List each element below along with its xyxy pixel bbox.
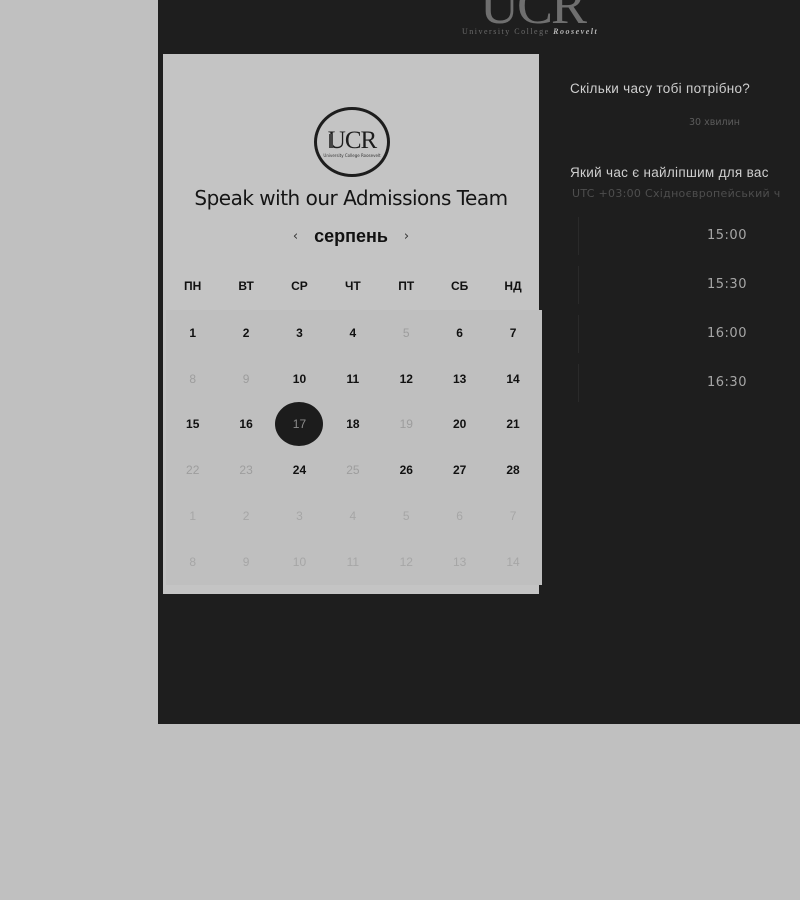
calendar-day[interactable]: 14: [486, 357, 539, 401]
selected-day[interactable]: 17: [273, 402, 326, 447]
calendar-day: 2: [242, 509, 250, 524]
calendar-day[interactable]: 27: [433, 448, 486, 492]
calendar-day: 23: [239, 463, 253, 478]
calendar-day: 12: [399, 554, 413, 569]
time-question: Який час є найліпшим для вас: [570, 165, 769, 180]
chevron-right-icon[interactable]: ›: [400, 227, 413, 246]
calendar-day[interactable]: 4: [326, 311, 379, 355]
badge-subtext: University College Roosevelt: [323, 153, 381, 158]
calendar-day: 14: [506, 554, 520, 569]
calendar-day: 19: [399, 417, 413, 432]
calendar-day[interactable]: 1: [166, 311, 219, 355]
calendar-week-row: 8 9 10 11 12 13 14: [166, 356, 542, 402]
weekday-label: НД: [504, 279, 522, 293]
calendar-day: 10: [292, 554, 307, 569]
calendar-day: 4: [349, 509, 357, 524]
month-navigator: ‹ серпень ›: [163, 226, 539, 247]
time-slot-button[interactable]: 15:00: [578, 217, 800, 255]
calendar-day[interactable]: 11: [326, 357, 379, 401]
calendar-day[interactable]: 20: [433, 402, 486, 446]
weekday-header: ПН ВТ СР ЧТ ПТ СБ НД: [166, 266, 542, 306]
calendar-day: 8: [189, 371, 197, 386]
calendar-day: 11: [346, 554, 360, 569]
calendar-day: 6: [456, 509, 463, 524]
calendar-day[interactable]: 7: [486, 311, 539, 355]
ucr-badge-logo: UCR University College Roosevelt: [314, 107, 390, 177]
calendar-day[interactable]: 15: [166, 402, 219, 446]
calendar-week-row: 1234 5 67: [166, 310, 542, 356]
calendar-week-row: 1 2 3 4 5 6 7: [166, 493, 542, 539]
badge-text: UCR: [327, 127, 377, 154]
calendar-days: 1 2 3 4 5 6 7 8 9 10 11 12 13 14 15 16 17 18 19 20 21 22 23 24 2…: [166, 310, 542, 585]
calendar-day[interactable]: 18: [326, 402, 379, 446]
calendar-day[interactable]: 10: [273, 357, 326, 401]
calendar-day: 22: [186, 463, 200, 478]
calendar-day[interactable]: 16: [219, 402, 272, 446]
calendar-day[interactable]: 6: [433, 311, 486, 355]
calendar-day: 13: [452, 554, 467, 569]
calendar-day: 3: [296, 509, 303, 524]
timezone-select[interactable]: UTC +03:00 Східноєвропейський ч: [572, 187, 781, 200]
calendar-grid: ПН ВТ СР ЧТ ПТ СБ НД 1 2 3 4 5 6 7 8 9 10 11 12 13 14 15 16 17…: [166, 266, 542, 585]
calendar-card: UCR University College Roosevelt Speak w…: [163, 54, 542, 594]
calendar-day: 7: [509, 509, 517, 524]
card-title: Speak with our Admissions Team: [194, 186, 508, 210]
calendar-week-row: 22 23 24 25 26 27 28: [166, 447, 542, 493]
weekday-label: ЧТ: [344, 279, 361, 293]
duration-question: Скільки часу тобі потрібно?: [570, 81, 751, 96]
calendar-day[interactable]: 21: [486, 402, 539, 446]
calendar-day[interactable]: 2: [219, 311, 272, 355]
booking-widget-frame: UCR University College Roosevelt UCR Uni…: [158, 0, 800, 724]
calendar-day: 8: [189, 554, 197, 569]
calendar-day: 5: [402, 325, 410, 340]
calendar-week-row: 15 16 17 18 19 20 21: [166, 402, 542, 448]
calendar-day[interactable]: 28: [486, 448, 539, 492]
calendar-day: 9: [242, 371, 250, 386]
calendar-day[interactable]: 13: [433, 357, 486, 401]
calendar-day[interactable]: 3: [273, 311, 326, 355]
weekday-label: ПН: [184, 279, 202, 293]
weekday-label: ВТ: [238, 279, 254, 293]
calendar-day[interactable]: 12: [380, 357, 433, 401]
time-slot-button[interactable]: 16:00: [578, 315, 800, 353]
weekday-label: ПТ: [398, 279, 415, 293]
logo-tagline: University College Roosevelt: [462, 27, 599, 36]
ucr-logo: UCR University College Roosevelt: [458, 0, 633, 42]
calendar-day[interactable]: 26: [380, 448, 433, 492]
calendar-day: 5: [402, 509, 410, 524]
time-slot-button[interactable]: 16:30: [578, 364, 800, 402]
weekday-label: СБ: [451, 279, 469, 293]
tower-icon: [329, 134, 333, 148]
calendar-day: 1: [189, 509, 197, 524]
calendar-day: 9: [242, 554, 250, 569]
weekday-label: СР: [291, 279, 308, 293]
calendar-day: 25: [346, 463, 360, 478]
chevron-left-icon[interactable]: ‹: [289, 227, 302, 246]
time-slot-button[interactable]: 15:30: [578, 266, 800, 304]
duration-select[interactable]: 30 хвилин: [689, 117, 740, 128]
month-label: серпень: [314, 226, 388, 246]
calendar-week-row: 8 9 10 11 12 13 14: [166, 539, 542, 585]
calendar-day[interactable]: 24: [273, 448, 326, 492]
